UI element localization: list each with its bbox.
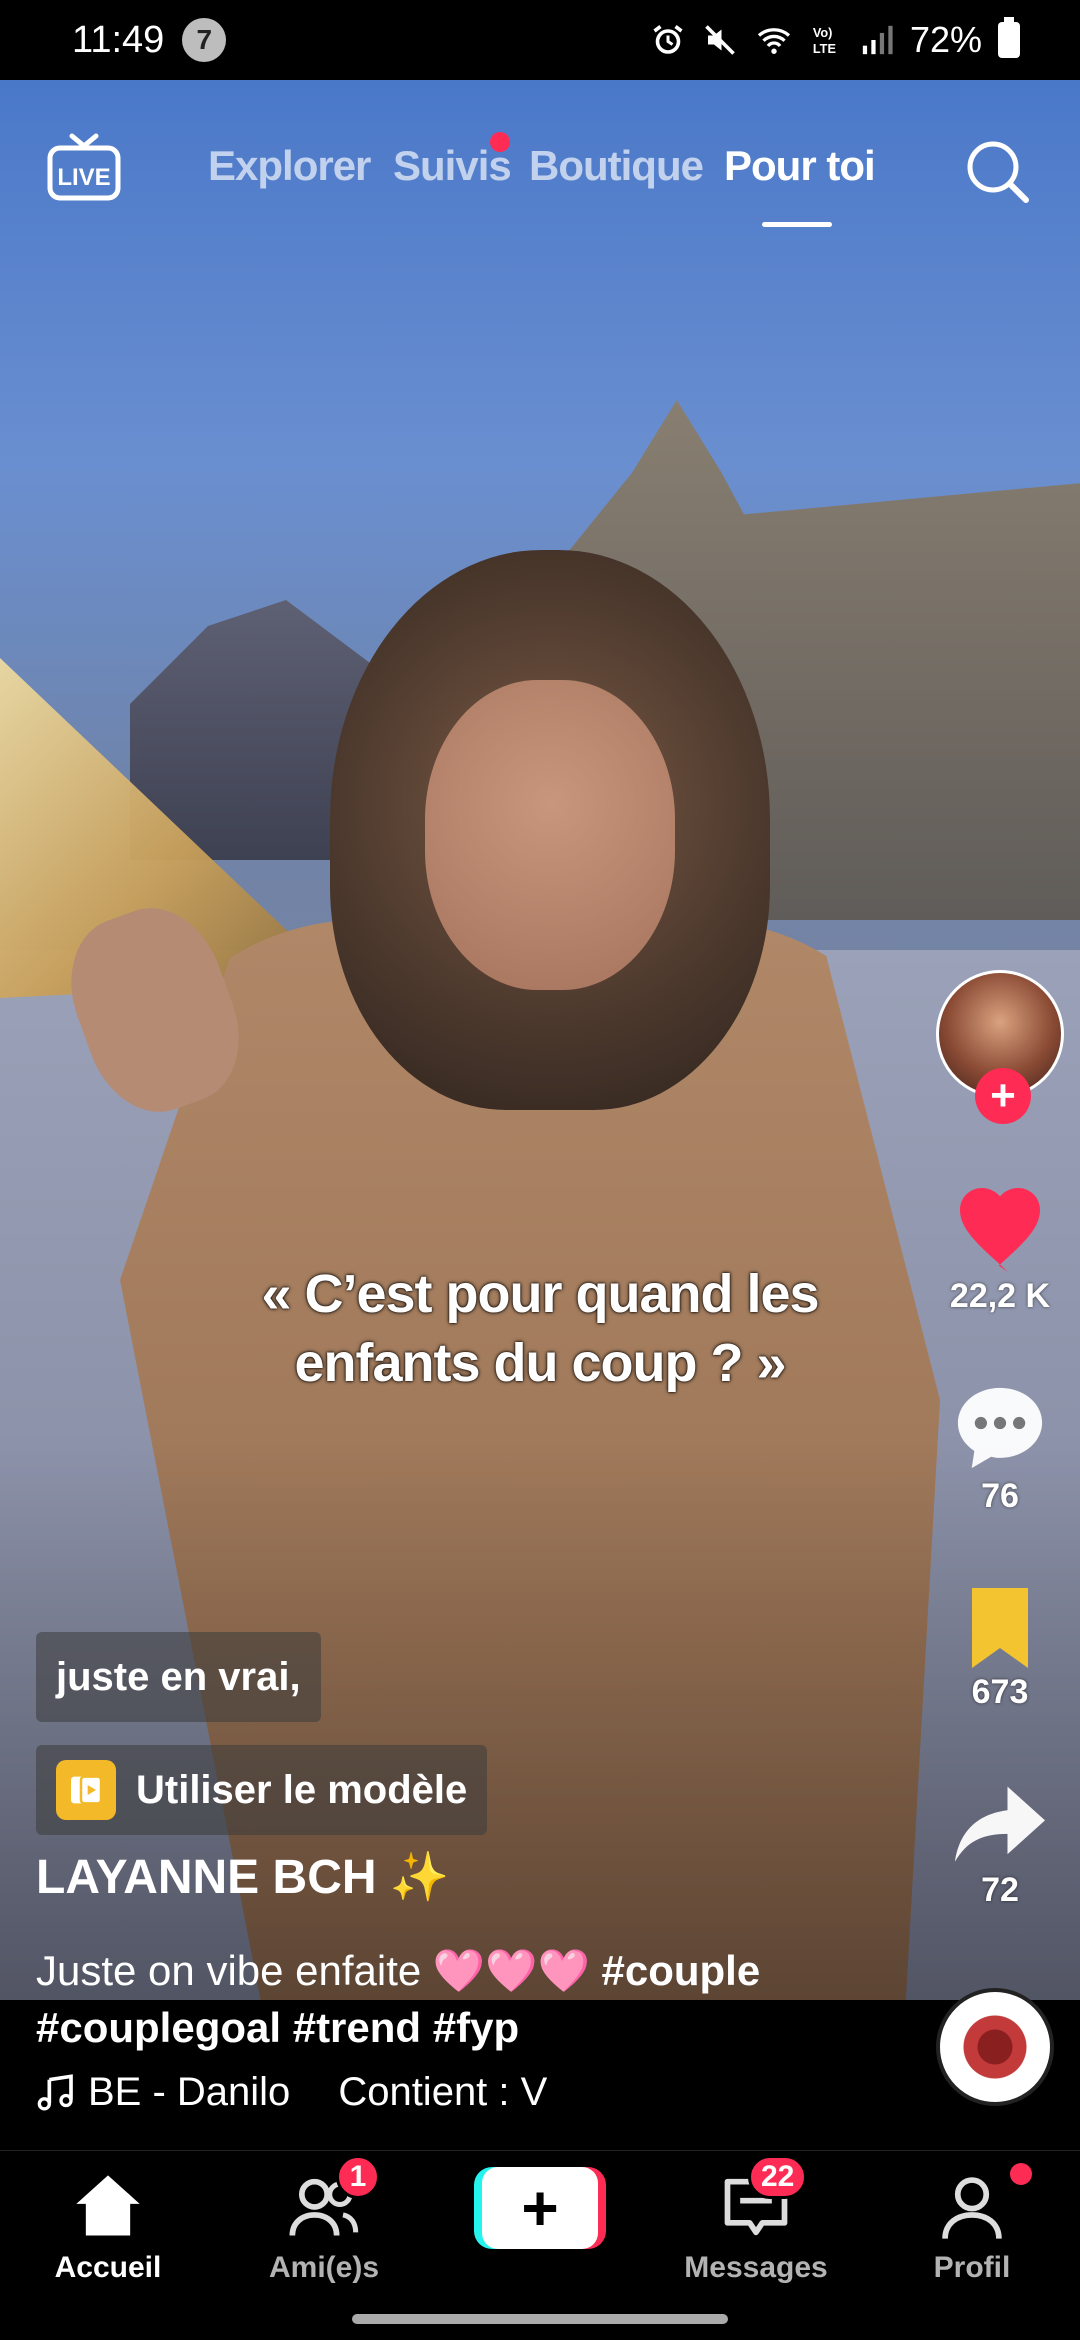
volte-icon: Vo)LTE — [813, 25, 836, 56]
hashtags-line[interactable]: #couplegoal #trend #fyp — [36, 2004, 519, 2052]
profile-icon — [942, 2177, 1002, 2239]
share-icon — [955, 1786, 1045, 1862]
hashtag-couple[interactable]: #couple — [602, 1947, 761, 1994]
share-action[interactable]: 72 — [920, 1786, 1080, 1910]
battery-icon — [998, 17, 1020, 58]
home-indicator[interactable] — [352, 2314, 728, 2324]
music-title: BE - Danilo — [88, 2070, 291, 2114]
status-time: 11:49 — [72, 18, 165, 61]
video-description[interactable]: Juste on vibe enfaite 🩷🩷🩷 #couple — [36, 1936, 896, 2006]
bottom-navigation: Accueil Ami(e)s 1 + Messages 22 Profil — [0, 2150, 1080, 2340]
save-count: 673 — [971, 1673, 1029, 1711]
save-action[interactable]: 673 — [920, 1588, 1080, 1712]
music-row[interactable]: BE - Danilo Contient : V — [36, 2070, 547, 2115]
messages-badge: 22 — [748, 2155, 808, 2199]
video-person-face — [425, 680, 675, 990]
mute-icon — [705, 25, 735, 55]
contains-label: Contient : V — [338, 2070, 548, 2114]
nav-home[interactable]: Accueil — [0, 2169, 216, 2285]
heart-icon — [960, 1188, 1040, 1272]
music-disc[interactable] — [936, 1988, 1054, 2106]
comment-count: 76 — [981, 1477, 1019, 1515]
template-icon — [56, 1760, 116, 1820]
active-tab-indicator — [762, 222, 832, 227]
profile-notification-dot — [1010, 2163, 1032, 2185]
bookmark-icon — [972, 1588, 1028, 1668]
creator-username[interactable]: LAYANNE BCH ✨ — [36, 1848, 450, 1905]
nav-messages[interactable]: Messages 22 — [648, 2155, 864, 2285]
notification-count-badge: 7 — [182, 18, 227, 62]
friends-badge: 1 — [336, 2155, 380, 2199]
caption-line-2: enfants du coup ? » — [294, 1333, 786, 1394]
nav-profile[interactable]: Profil — [864, 2163, 1080, 2285]
like-count: 22,2 K — [949, 1277, 1051, 1315]
alarm-icon — [653, 25, 683, 54]
video-caption-overlay: « C’est pour quand les enfants du coup ?… — [160, 1260, 920, 1398]
caption-line-1: « C’est pour quand les — [261, 1264, 819, 1324]
nav-messages-label: Messages — [684, 2251, 828, 2284]
svg-text:Vo): Vo) — [813, 25, 833, 40]
signal-icon — [862, 25, 893, 55]
tab-boutique[interactable]: Boutique — [529, 142, 704, 190]
follow-button[interactable]: + — [975, 1068, 1031, 1124]
description-text: Juste on vibe enfaite 🩷🩷🩷 — [36, 1947, 590, 1994]
status-icons: Vo) LTE 72% — [650, 17, 1020, 61]
text-sticker-chip: juste en vrai, — [36, 1632, 321, 1722]
comment-icon — [957, 1387, 1043, 1469]
comment-action[interactable]: 76 — [920, 1384, 1080, 1516]
tab-pour-toi[interactable]: Pour toi — [724, 142, 876, 190]
wifi-icon — [757, 28, 791, 54]
live-label: LIVE — [57, 164, 110, 191]
create-button[interactable]: + — [474, 2167, 606, 2249]
status-bar: 11:49 7 Vo) LTE 72% — [0, 0, 1080, 80]
battery-percent: 72% — [909, 19, 982, 60]
share-count: 72 — [981, 1871, 1019, 1909]
use-template-label: Utiliser le modèle — [136, 1767, 468, 1812]
plus-icon: + — [482, 2167, 598, 2249]
tab-explorer[interactable]: Explorer — [208, 142, 371, 190]
text-sticker-label: juste en vrai, — [56, 1654, 301, 1699]
search-icon[interactable] — [962, 136, 1032, 206]
svg-text:LTE: LTE — [813, 41, 836, 56]
nav-friends-label: Ami(e)s — [268, 2251, 380, 2284]
home-icon — [76, 2175, 140, 2236]
nav-home-label: Accueil — [54, 2251, 162, 2284]
live-icon[interactable]: LIVE — [46, 130, 122, 206]
like-action[interactable]: 22,2 K — [920, 1188, 1080, 1316]
suivis-notification-dot — [490, 132, 510, 152]
use-template-button[interactable]: Utiliser le modèle — [36, 1745, 488, 1835]
nav-friends[interactable]: Ami(e)s 1 — [216, 2155, 432, 2285]
nav-profile-label: Profil — [933, 2251, 1011, 2284]
music-note-icon — [37, 2073, 73, 2110]
top-navigation: LIVE Explorer Suivis Boutique Pour toi — [0, 120, 1080, 240]
